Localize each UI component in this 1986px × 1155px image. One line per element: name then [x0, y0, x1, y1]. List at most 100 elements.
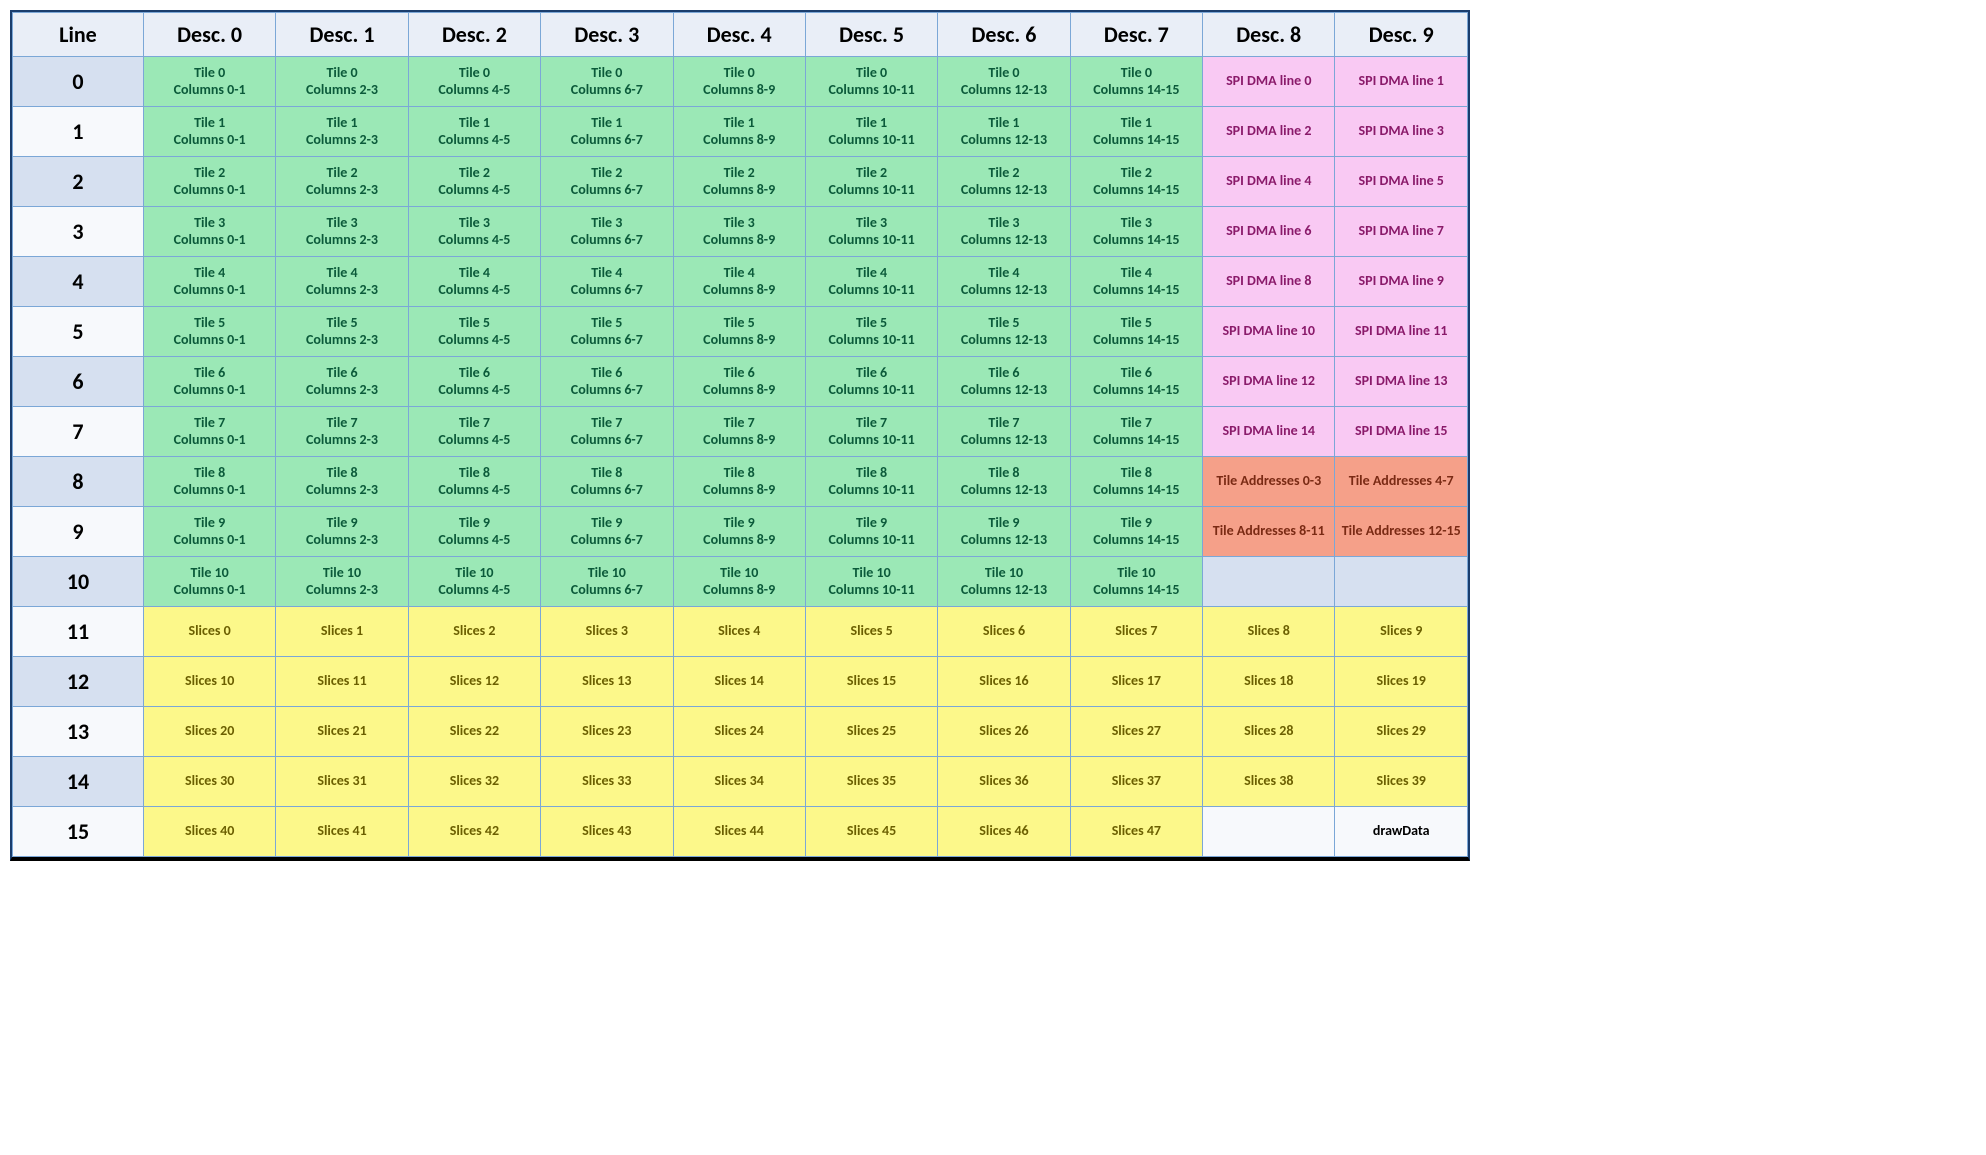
tile-cell: Tile 4Columns 10-11 — [805, 257, 937, 307]
slice-cell: Slices 44 — [673, 807, 805, 857]
table-body: 0Tile 0Columns 0-1Tile 0Columns 2-3Tile … — [13, 57, 1468, 857]
spi-dma-cell: SPI DMA line 8 — [1203, 257, 1335, 307]
tile-cell: Tile 0Columns 0-1 — [143, 57, 275, 107]
spi-dma-cell: SPI DMA line 14 — [1203, 407, 1335, 457]
slice-cell: Slices 31 — [276, 757, 408, 807]
tile-cell: Tile 0Columns 4-5 — [408, 57, 540, 107]
tile-cell: Tile 9Columns 6-7 — [541, 507, 673, 557]
line-number: 8 — [13, 457, 144, 507]
tile-cell: Tile 10Columns 6-7 — [541, 557, 673, 607]
slice-cell: Slices 17 — [1070, 657, 1202, 707]
tile-cell: Tile 1Columns 12-13 — [938, 107, 1070, 157]
slice-cell: Slices 0 — [143, 607, 275, 657]
tile-cell: Tile 6Columns 12-13 — [938, 357, 1070, 407]
spi-dma-cell: SPI DMA line 10 — [1203, 307, 1335, 357]
line-number: 1 — [13, 107, 144, 157]
spi-dma-cell: SPI DMA line 2 — [1203, 107, 1335, 157]
slice-cell: Slices 27 — [1070, 707, 1202, 757]
tile-cell: Tile 8Columns 6-7 — [541, 457, 673, 507]
tile-cell: Tile 2Columns 0-1 — [143, 157, 275, 207]
tile-cell: Tile 10Columns 10-11 — [805, 557, 937, 607]
slice-cell: Slices 24 — [673, 707, 805, 757]
slice-cell: Slices 30 — [143, 757, 275, 807]
slice-cell: Slices 45 — [805, 807, 937, 857]
tile-cell: Tile 4Columns 12-13 — [938, 257, 1070, 307]
spi-dma-cell: SPI DMA line 6 — [1203, 207, 1335, 257]
slice-cell: Slices 47 — [1070, 807, 1202, 857]
tile-cell: Tile 2Columns 4-5 — [408, 157, 540, 207]
tile-cell: Tile 4Columns 14-15 — [1070, 257, 1202, 307]
slice-cell: Slices 22 — [408, 707, 540, 757]
header-desc-3: Desc. 3 — [541, 13, 673, 57]
tile-cell: Tile 5Columns 8-9 — [673, 307, 805, 357]
slice-cell: Slices 38 — [1203, 757, 1335, 807]
tile-cell: Tile 7Columns 4-5 — [408, 407, 540, 457]
slice-cell: Slices 36 — [938, 757, 1070, 807]
line-number: 2 — [13, 157, 144, 207]
tile-cell: Tile 3Columns 2-3 — [276, 207, 408, 257]
slice-cell: Slices 16 — [938, 657, 1070, 707]
spi-dma-cell: SPI DMA line 12 — [1203, 357, 1335, 407]
tile-cell: Tile 2Columns 2-3 — [276, 157, 408, 207]
slice-cell: Slices 29 — [1335, 707, 1468, 757]
line-number: 12 — [13, 657, 144, 707]
tile-cell: Tile 1Columns 8-9 — [673, 107, 805, 157]
tile-cell: Tile 6Columns 0-1 — [143, 357, 275, 407]
slice-cell: Slices 43 — [541, 807, 673, 857]
tile-cell: Tile 8Columns 2-3 — [276, 457, 408, 507]
tile-cell: Tile 9Columns 4-5 — [408, 507, 540, 557]
tile-cell: Tile 0Columns 2-3 — [276, 57, 408, 107]
slice-cell: Slices 4 — [673, 607, 805, 657]
spi-dma-cell: SPI DMA line 1 — [1335, 57, 1468, 107]
tile-cell: Tile 1Columns 14-15 — [1070, 107, 1202, 157]
tile-cell: Tile 7Columns 12-13 — [938, 407, 1070, 457]
tile-cell: Tile 6Columns 10-11 — [805, 357, 937, 407]
tile-cell: Tile 0Columns 6-7 — [541, 57, 673, 107]
tile-cell: Tile 9Columns 10-11 — [805, 507, 937, 557]
header-desc-1: Desc. 1 — [276, 13, 408, 57]
tile-cell: Tile 10Columns 14-15 — [1070, 557, 1202, 607]
tile-cell: Tile 8Columns 12-13 — [938, 457, 1070, 507]
tile-cell: Tile 2Columns 14-15 — [1070, 157, 1202, 207]
tile-cell: Tile 5Columns 6-7 — [541, 307, 673, 357]
tile-cell: Tile 6Columns 4-5 — [408, 357, 540, 407]
tile-cell: Tile 7Columns 14-15 — [1070, 407, 1202, 457]
header-desc-5: Desc. 5 — [805, 13, 937, 57]
header-line: Line — [13, 13, 144, 57]
tile-cell: Tile 0Columns 12-13 — [938, 57, 1070, 107]
slice-cell: Slices 10 — [143, 657, 275, 707]
slice-cell: Slices 11 — [276, 657, 408, 707]
spi-dma-cell: SPI DMA line 13 — [1335, 357, 1468, 407]
slice-cell: Slices 32 — [408, 757, 540, 807]
tile-cell: Tile 2Columns 8-9 — [673, 157, 805, 207]
tile-cell: Tile 8Columns 0-1 — [143, 457, 275, 507]
spi-dma-cell: SPI DMA line 9 — [1335, 257, 1468, 307]
drawdata-cell: drawData — [1335, 807, 1468, 857]
tile-cell: Tile 6Columns 6-7 — [541, 357, 673, 407]
tile-cell: Tile 8Columns 8-9 — [673, 457, 805, 507]
slice-cell: Slices 19 — [1335, 657, 1468, 707]
header-desc-6: Desc. 6 — [938, 13, 1070, 57]
line-number: 15 — [13, 807, 144, 857]
tile-cell: Tile 3Columns 8-9 — [673, 207, 805, 257]
tile-cell: Tile 6Columns 14-15 — [1070, 357, 1202, 407]
spi-dma-cell: SPI DMA line 7 — [1335, 207, 1468, 257]
slice-cell: Slices 5 — [805, 607, 937, 657]
slice-cell: Slices 33 — [541, 757, 673, 807]
header-desc-4: Desc. 4 — [673, 13, 805, 57]
tile-addr-cell: Tile Addresses 12-15 — [1335, 507, 1468, 557]
tile-cell: Tile 9Columns 8-9 — [673, 507, 805, 557]
tile-cell: Tile 7Columns 2-3 — [276, 407, 408, 457]
table: LineDesc. 0Desc. 1Desc. 2Desc. 3Desc. 4D… — [12, 12, 1468, 857]
line-number: 7 — [13, 407, 144, 457]
tile-cell: Tile 10Columns 4-5 — [408, 557, 540, 607]
tile-cell: Tile 10Columns 0-1 — [143, 557, 275, 607]
tile-cell: Tile 7Columns 8-9 — [673, 407, 805, 457]
slice-cell: Slices 9 — [1335, 607, 1468, 657]
slice-cell: Slices 20 — [143, 707, 275, 757]
tile-cell: Tile 0Columns 10-11 — [805, 57, 937, 107]
empty-cell — [1335, 557, 1468, 607]
line-number: 4 — [13, 257, 144, 307]
tile-cell: Tile 4Columns 6-7 — [541, 257, 673, 307]
tile-cell: Tile 8Columns 4-5 — [408, 457, 540, 507]
